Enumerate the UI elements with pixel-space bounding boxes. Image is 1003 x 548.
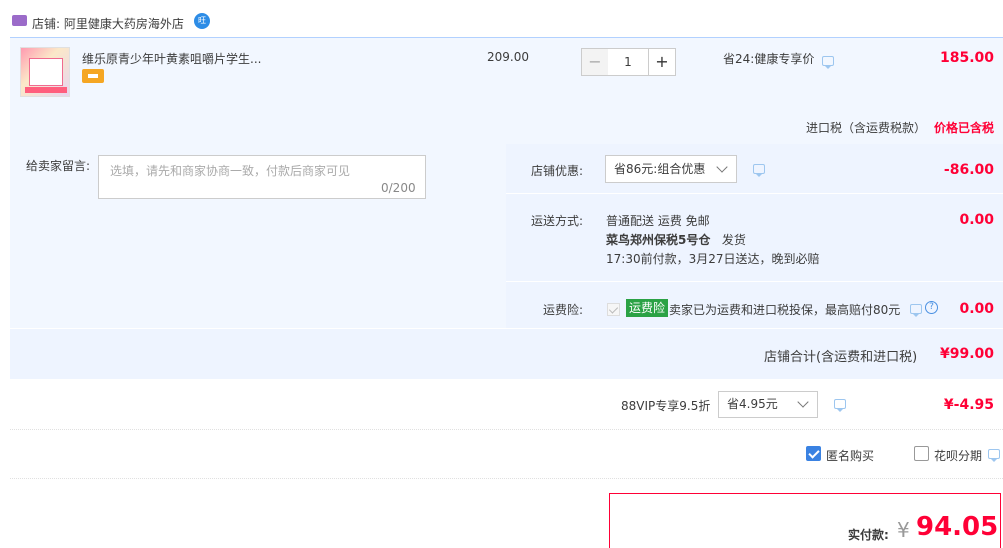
anonymous-checkbox[interactable]	[806, 446, 821, 461]
seller-message-placeholder: 选填，请先和商家协商一致，付款后商家可见	[110, 164, 351, 178]
shipping-label: 运送方式:	[531, 214, 584, 228]
chat-icon[interactable]	[988, 449, 1000, 462]
wangwang-chat-icon[interactable]: 旺	[194, 13, 210, 29]
warehouse-name: 菜鸟郑州保税5号仓	[606, 233, 711, 247]
shop-total-value: ¥99.00	[939, 346, 994, 362]
shop-discount-select[interactable]: 省86元:组合优惠	[605, 155, 737, 183]
quantity-decrease-button[interactable]: −	[581, 48, 609, 76]
chat-icon[interactable]	[753, 164, 765, 177]
chat-icon[interactable]	[834, 399, 846, 412]
card-icon	[82, 69, 104, 83]
promo-text: 省24:健康专享价	[723, 52, 815, 66]
product-title[interactable]: 维乐原青少年叶黄素咀嚼片学生...	[82, 50, 261, 67]
vip-discount-select[interactable]: 省4.95元	[718, 391, 818, 418]
quantity-input[interactable]: 1	[608, 48, 648, 76]
insurance-checkbox	[607, 303, 620, 316]
vip-discount-label: 88VIP专享9.5折	[621, 399, 711, 413]
divider	[10, 478, 1003, 479]
vip-discount-value: ¥-4.95	[943, 397, 994, 413]
shop-name[interactable]: 店铺: 阿里健康大药房海外店	[32, 15, 184, 32]
insurance-description: 卖家已为运费和进口税投保，最高赔付80元	[669, 303, 901, 317]
chat-icon[interactable]	[910, 304, 922, 317]
vip-discount-selected: 省4.95元	[727, 397, 778, 411]
shop-discount-label: 店铺优惠:	[531, 164, 584, 178]
shop-total-label: 店铺合计(含运费和进口税)	[764, 350, 918, 365]
huabei-label[interactable]: 花呗分期	[934, 447, 982, 464]
import-tax-value: 价格已含税	[933, 121, 994, 135]
insurance-label: 运费险:	[543, 303, 584, 317]
huabei-checkbox[interactable]	[914, 446, 929, 461]
shipping-value: 0.00	[959, 212, 994, 228]
insurance-badge: 运费险	[626, 299, 669, 317]
currency-symbol: ¥	[897, 518, 910, 542]
shop-icon	[12, 15, 27, 26]
delivery-estimate: 17:30前付款，3月27日送达，晚到必赔	[606, 252, 820, 266]
shop-discount-selected: 省86元:组合优惠	[614, 162, 706, 176]
import-tax-label: 进口税（含运费税款）	[806, 121, 927, 135]
divider	[506, 281, 1003, 282]
product-tag-graphic	[25, 87, 67, 93]
line-price: 185.00	[939, 50, 994, 66]
chevron-down-icon	[797, 396, 809, 408]
product-box-graphic	[29, 58, 63, 86]
product-image[interactable]	[20, 47, 70, 97]
chat-icon[interactable]	[822, 56, 834, 69]
char-counter: 0/200	[381, 181, 416, 195]
payment-total: 94.05	[916, 512, 999, 542]
ship-action: 发货	[721, 233, 746, 247]
divider	[506, 193, 1003, 194]
anonymous-label[interactable]: 匿名购买	[826, 447, 874, 464]
shipping-warehouse: 菜鸟郑州保税5号仓 发货	[606, 231, 746, 248]
divider	[10, 429, 1003, 430]
shop-discount-value: -86.00	[943, 162, 994, 178]
insurance-value: 0.00	[959, 301, 994, 317]
chevron-down-icon	[716, 161, 728, 173]
quantity-increase-button[interactable]: +	[648, 48, 676, 76]
shipping-method: 普通配送 运费 免邮	[606, 214, 710, 228]
seller-message-label: 给卖家留言:	[26, 159, 91, 173]
help-icon[interactable]: ?	[925, 301, 938, 314]
payment-label: 实付款:	[848, 528, 889, 542]
unit-price: 209.00	[487, 50, 529, 64]
